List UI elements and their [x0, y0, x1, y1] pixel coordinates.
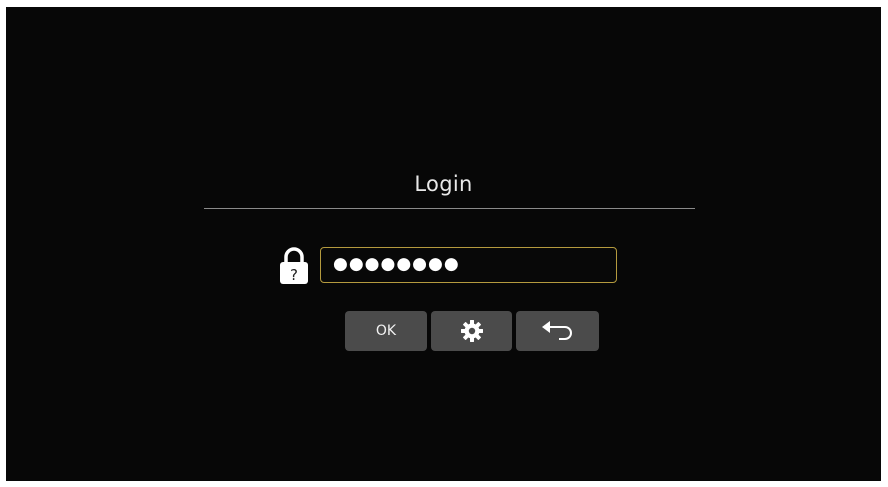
ok-button[interactable]: OK: [345, 311, 427, 351]
password-input[interactable]: ●●●●●●●●: [320, 247, 617, 283]
title-divider: [204, 208, 695, 209]
settings-button[interactable]: [431, 311, 512, 351]
lock-icon[interactable]: ?: [279, 245, 309, 285]
back-arrow-icon: [539, 319, 577, 343]
ok-button-label: OK: [375, 323, 397, 339]
gear-icon: [460, 319, 484, 343]
login-screen: Login ? ●●●●●●●● OK: [6, 7, 881, 481]
back-button[interactable]: [516, 311, 599, 351]
lock-hint-glyph: ?: [290, 266, 298, 284]
page-title: Login: [414, 172, 473, 196]
